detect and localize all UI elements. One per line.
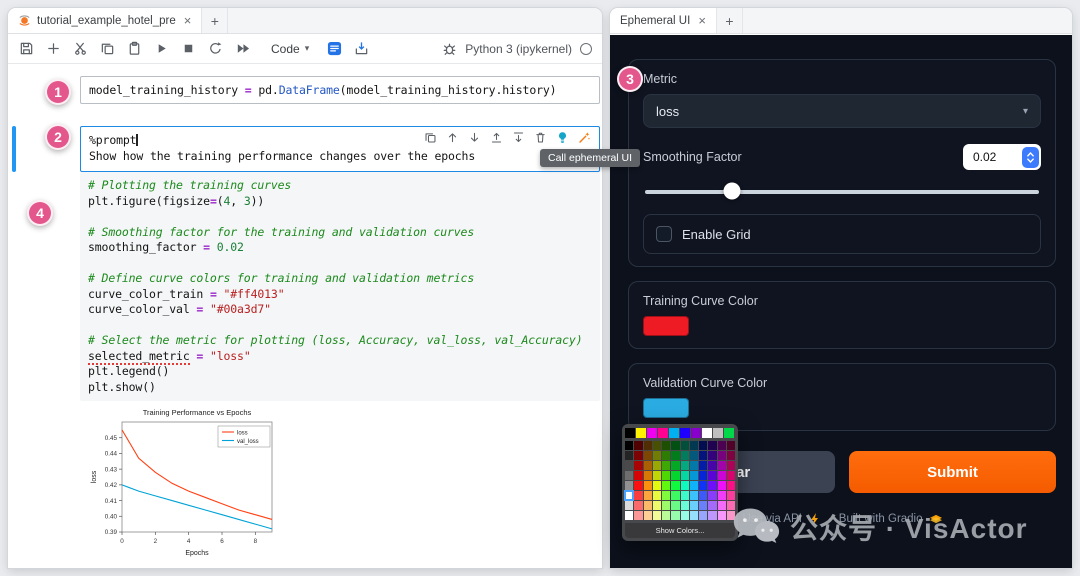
enable-grid-row[interactable]: Enable Grid xyxy=(643,214,1041,254)
kernel-name[interactable]: Python 3 (ipykernel) xyxy=(465,42,572,56)
svg-text:0.41: 0.41 xyxy=(105,498,118,505)
svg-text:0.39: 0.39 xyxy=(105,529,118,536)
export-icon[interactable] xyxy=(353,41,369,57)
insert-cell-icon[interactable] xyxy=(45,41,61,57)
notebook-tab[interactable]: tutorial_example_hotel_pre × xyxy=(8,8,203,33)
color-grid[interactable] xyxy=(623,441,735,520)
show-colors-button[interactable]: Show Colors... xyxy=(625,523,735,538)
stop-icon[interactable] xyxy=(180,41,196,57)
svg-text:8: 8 xyxy=(254,538,258,545)
cell-output-chart: 0.39 0.40 0.41 0.42 0.43 0.44 0.45 0 2 4 6 8 Trainin… xyxy=(88,406,278,563)
code-cell-4-editor[interactable]: # Plotting the training curves plt.figure… xyxy=(88,178,592,395)
notebook-toolbar: Code ▾ Python 3 (ipykernel) xyxy=(8,34,602,64)
validation-color-swatch[interactable] xyxy=(643,398,689,418)
move-up-icon[interactable] xyxy=(445,130,459,144)
annotation-badge-3: 3 xyxy=(617,66,643,92)
annotation-badge-4: 4 xyxy=(27,200,53,226)
code-cell-1-editor[interactable]: model_training_history = pd.DataFrame(mo… xyxy=(89,83,591,99)
svg-text:Training Performance vs Epochs: Training Performance vs Epochs xyxy=(143,408,252,417)
chevron-down-icon: ▾ xyxy=(1022,105,1028,117)
tooltip: Call ephemeral UI xyxy=(540,149,641,167)
svg-text:0: 0 xyxy=(120,538,124,545)
svg-text:Epochs: Epochs xyxy=(185,550,209,557)
notebook-tab-title: tutorial_example_hotel_pre xyxy=(37,14,176,27)
svg-text:0.43: 0.43 xyxy=(105,466,118,473)
training-color-group: Training Curve Color xyxy=(628,281,1056,349)
magic-wand-icon[interactable] xyxy=(577,130,591,144)
enable-grid-label: Enable Grid xyxy=(682,226,751,242)
enable-grid-checkbox[interactable] xyxy=(656,226,672,242)
smoothing-value: 0.02 xyxy=(973,150,997,164)
jupyter-tab-bar: tutorial_example_hotel_pre × + xyxy=(8,8,602,34)
svg-text:0.44: 0.44 xyxy=(105,451,118,458)
tab-close-icon[interactable]: × xyxy=(184,13,192,28)
cell-type-label: Code xyxy=(271,41,300,56)
number-stepper-icon[interactable] xyxy=(1022,146,1039,168)
training-color-swatch[interactable] xyxy=(643,316,689,336)
code-cell-4[interactable]: # Plotting the training curves plt.figure… xyxy=(80,172,600,401)
svg-text:2: 2 xyxy=(154,538,158,545)
metric-value: loss xyxy=(656,103,680,119)
run-icon[interactable] xyxy=(153,41,169,57)
validation-color-label: Validation Curve Color xyxy=(643,376,768,390)
svg-text:0.42: 0.42 xyxy=(105,482,118,489)
paste-icon[interactable] xyxy=(126,41,142,57)
prompt-cell[interactable]: %prompt Show how the training performance… xyxy=(80,126,600,172)
delete-cell-icon[interactable] xyxy=(533,130,547,144)
annotation-badge-1: 1 xyxy=(45,79,71,105)
bug-icon[interactable] xyxy=(441,41,457,57)
controls-group: Metric loss ▾ Smoothing Factor 0.02 Enab… xyxy=(628,59,1056,267)
smoothing-slider[interactable] xyxy=(645,182,1039,200)
metric-dropdown[interactable]: loss ▾ xyxy=(643,94,1041,128)
wechat-icon xyxy=(733,508,780,544)
color-picker-popup: Show Colors... xyxy=(622,424,738,541)
kernel-status-icon xyxy=(580,42,592,55)
output-chart-svg: 0.39 0.40 0.41 0.42 0.43 0.44 0.45 0 2 4 6 8 Trainin… xyxy=(91,408,273,557)
svg-text:loss: loss xyxy=(237,430,248,436)
smoothing-row: Smoothing Factor 0.02 xyxy=(643,144,1041,170)
move-down-icon[interactable] xyxy=(467,130,481,144)
slider-track[interactable] xyxy=(645,190,1039,194)
svg-text:0.45: 0.45 xyxy=(105,435,118,442)
ephemeral-ui-tab[interactable]: Ephemeral UI × xyxy=(610,8,717,33)
metric-label: Metric xyxy=(643,72,678,86)
gradio-tab-bar: Ephemeral UI × + xyxy=(610,8,1072,34)
new-tab-button[interactable]: + xyxy=(717,8,743,33)
insert-above-icon[interactable] xyxy=(489,130,503,144)
run-all-icon[interactable] xyxy=(234,41,250,57)
tab-close-icon[interactable]: × xyxy=(698,13,706,28)
code-cell-1[interactable]: model_training_history = pd.DataFrame(mo… xyxy=(80,76,600,104)
watermark-text: 公众号 · VisActor xyxy=(790,513,1028,544)
smoothing-label: Smoothing Factor xyxy=(643,150,742,164)
jupyter-window: tutorial_example_hotel_pre × + Code ▾ Py… xyxy=(8,8,602,568)
save-icon[interactable] xyxy=(18,41,34,57)
watermark: 公众号 · VisActor xyxy=(732,506,1028,548)
annotation-badge-2: 2 xyxy=(45,124,71,150)
slider-thumb[interactable] xyxy=(723,182,741,200)
smoothing-number-input[interactable]: 0.02 xyxy=(963,144,1041,170)
toc-icon[interactable] xyxy=(326,41,342,57)
insert-below-icon[interactable] xyxy=(511,130,525,144)
validation-color-group: Validation Curve Color xyxy=(628,363,1056,431)
chevron-down-icon: ▾ xyxy=(304,43,310,53)
jupyter-logo-icon xyxy=(18,14,31,27)
cell-toolbar xyxy=(421,129,593,145)
active-cell-indicator xyxy=(12,126,16,172)
submit-button[interactable]: Submit xyxy=(849,451,1056,493)
training-color-label: Training Curve Color xyxy=(643,294,758,308)
copy-icon[interactable] xyxy=(99,41,115,57)
svg-text:0.40: 0.40 xyxy=(105,513,118,520)
svg-text:6: 6 xyxy=(220,538,224,545)
restart-kernel-icon[interactable] xyxy=(207,41,223,57)
new-tab-button[interactable]: + xyxy=(202,8,229,33)
color-top-row[interactable] xyxy=(625,428,735,438)
cut-icon[interactable] xyxy=(72,41,88,57)
ephemeral-ui-tab-title: Ephemeral UI xyxy=(620,14,691,27)
cell-type-dropdown[interactable]: Code ▾ xyxy=(265,40,315,58)
svg-text:loss: loss xyxy=(91,470,98,483)
svg-text:4: 4 xyxy=(187,538,191,545)
duplicate-cell-icon[interactable] xyxy=(423,130,437,144)
svg-text:val_loss: val_loss xyxy=(237,439,259,445)
lightbulb-icon[interactable] xyxy=(555,130,569,144)
